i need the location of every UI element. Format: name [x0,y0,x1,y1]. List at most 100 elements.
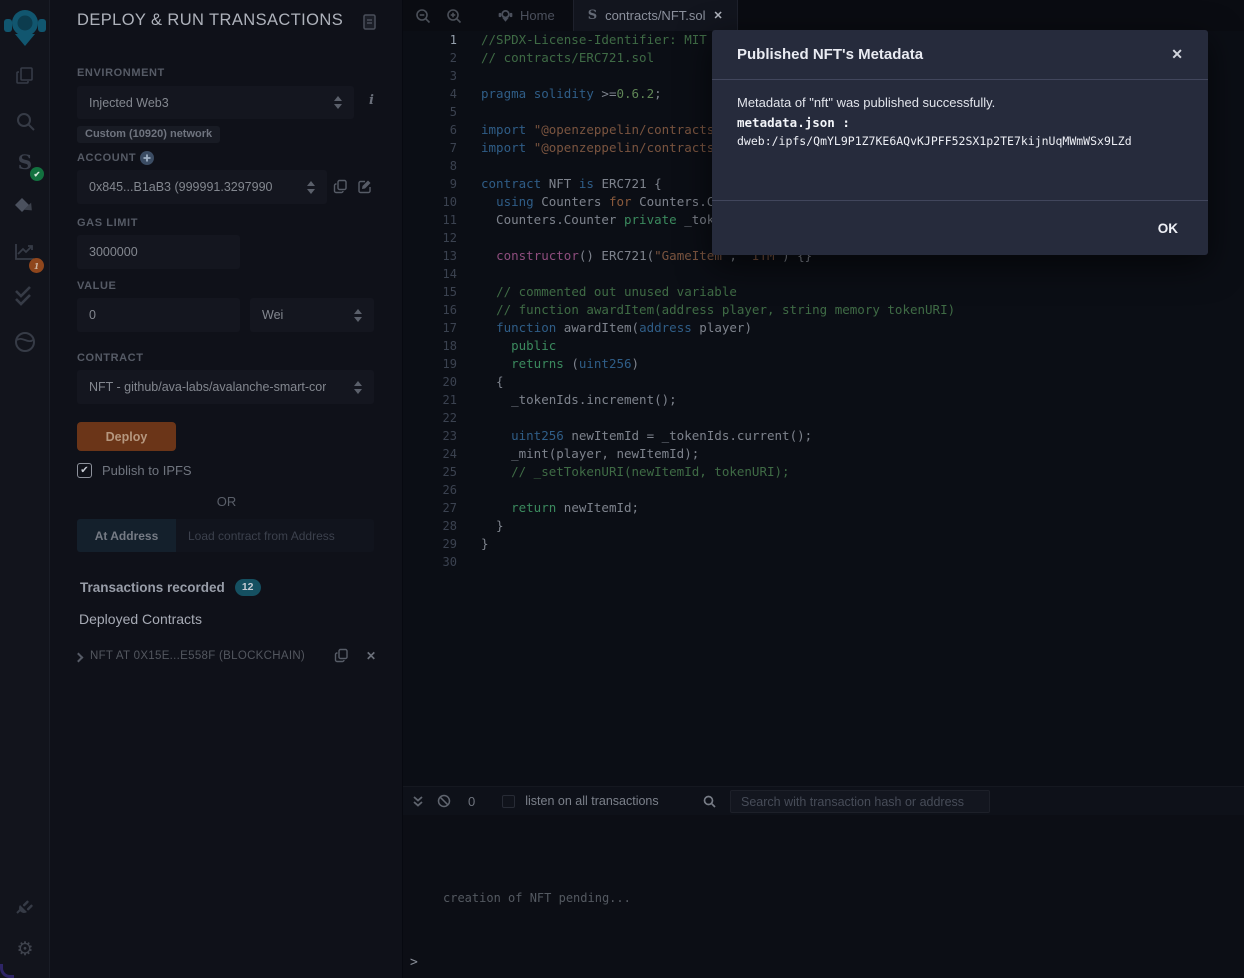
contract-label: CONTRACT [77,352,144,364]
select-stepper-icon [354,309,362,322]
at-address-button[interactable]: At Address [77,519,176,552]
documentation-icon[interactable] [362,14,377,30]
line-number[interactable]: 23 [403,427,470,445]
account-value: 0x845...B1aB3 (999991.3297990 [89,180,273,194]
zoom-out-icon[interactable] [415,8,431,24]
tab-home[interactable]: Home [480,0,573,31]
code-line[interactable]: 26 [403,481,1244,499]
plugin-sphere-icon[interactable] [0,330,50,354]
editor-tabbar: Home S contracts/NFT.sol ✕ [403,0,1244,31]
line-number[interactable]: 13 [403,247,470,265]
line-number[interactable]: 9 [403,175,470,193]
line-number[interactable]: 20 [403,373,470,391]
line-number[interactable]: 12 [403,229,470,247]
code-text: } [470,535,489,553]
code-line[interactable]: 24 _mint(player, newItemId); [403,445,1244,463]
unit-testing-icon[interactable] [0,285,50,307]
line-number[interactable]: 28 [403,517,470,535]
deployed-contract-row[interactable]: NFT AT 0X15E...E558F (BLOCKCHAIN) ✕ [50,646,403,670]
line-number[interactable]: 1 [403,31,470,49]
search-icon[interactable] [0,111,50,132]
plugin-manager-icon[interactable] [0,896,50,918]
remix-logo-icon [0,4,50,50]
code-line[interactable]: 28 } [403,517,1244,535]
line-number[interactable]: 18 [403,337,470,355]
modal-close-icon[interactable]: ✕ [1171,46,1183,63]
transactions-count-badge: 12 [235,579,261,596]
code-line[interactable]: 20 { [403,373,1244,391]
line-number[interactable]: 17 [403,319,470,337]
line-number[interactable]: 6 [403,121,470,139]
code-line[interactable]: 16 // function awardItem(address player,… [403,301,1244,319]
deploy-run-icon[interactable] [0,196,50,220]
at-address-input[interactable]: Load contract from Address [176,519,374,552]
line-number[interactable]: 7 [403,139,470,157]
contract-select[interactable]: NFT - github/ava-labs/avalanche-smart-co… [77,370,374,404]
code-text: //SPDX-License-Identifier: MIT [470,31,707,49]
code-line[interactable]: 18 public [403,337,1244,355]
environment-info-icon[interactable]: i [369,93,374,108]
listen-transactions-checkbox[interactable] [502,795,515,808]
copy-account-icon[interactable] [333,179,348,194]
code-line[interactable]: 22 [403,409,1244,427]
copy-address-icon[interactable] [334,648,349,663]
clear-console-icon[interactable] [437,794,451,808]
remove-contract-icon[interactable]: ✕ [366,649,376,663]
line-number[interactable]: 26 [403,481,470,499]
code-line[interactable]: 14 [403,265,1244,283]
terminal-prompt[interactable]: > [410,955,418,970]
close-tab-icon[interactable]: ✕ [714,9,723,22]
account-select[interactable]: 0x845...B1aB3 (999991.3297990 [77,170,327,204]
code-line[interactable]: 19 returns (uint256) [403,355,1244,373]
line-number[interactable]: 3 [403,67,470,85]
code-line[interactable]: 27 return newItemId; [403,499,1244,517]
value-unit-select[interactable]: Wei [250,298,374,332]
terminal-search-input[interactable]: Search with transaction hash or address [730,790,990,813]
listen-transactions-label: listen on all transactions [525,794,658,808]
ok-button[interactable]: OK [1158,221,1178,236]
line-number[interactable]: 11 [403,211,470,229]
line-number[interactable]: 25 [403,463,470,481]
line-number[interactable]: 15 [403,283,470,301]
line-number[interactable]: 8 [403,157,470,175]
code-text: contract NFT is ERC721 { [470,175,662,193]
line-number[interactable]: 10 [403,193,470,211]
analytics-icon[interactable] [0,240,50,262]
chevron-right-icon[interactable] [74,653,84,663]
file-explorer-icon[interactable] [0,66,50,86]
line-number[interactable]: 14 [403,265,470,283]
line-number[interactable]: 5 [403,103,470,121]
line-number[interactable]: 22 [403,409,470,427]
code-line[interactable]: 17 function awardItem(address player) [403,319,1244,337]
code-text: return newItemId; [470,499,639,517]
code-line[interactable]: 15 // commented out unused variable [403,283,1244,301]
gas-limit-input[interactable]: 3000000 [77,235,240,269]
line-number[interactable]: 24 [403,445,470,463]
code-line[interactable]: 29} [403,535,1244,553]
settings-gear-icon[interactable]: ⚙ [0,938,50,961]
line-number[interactable]: 19 [403,355,470,373]
select-stepper-icon [354,381,362,394]
code-text [470,103,481,121]
line-number[interactable]: 29 [403,535,470,553]
code-line[interactable]: 25 // _setTokenURI(newItemId, tokenURI); [403,463,1244,481]
line-number[interactable]: 4 [403,85,470,103]
value-input[interactable]: 0 [77,298,240,332]
tab-contracts-nft-sol[interactable]: S contracts/NFT.sol ✕ [573,0,738,31]
line-number[interactable]: 16 [403,301,470,319]
expand-terminal-icon[interactable] [412,795,424,808]
environment-select[interactable]: Injected Web3 [77,86,354,119]
code-line[interactable]: 30 [403,553,1244,571]
transactions-recorded-row[interactable]: Transactions recorded 12 [80,579,261,596]
zoom-in-icon[interactable] [446,8,462,24]
code-line[interactable]: 23 uint256 newItemId = _tokenIds.current… [403,427,1244,445]
code-line[interactable]: 21 _tokenIds.increment(); [403,391,1244,409]
line-number[interactable]: 21 [403,391,470,409]
line-number[interactable]: 2 [403,49,470,67]
edit-account-icon[interactable] [357,179,372,194]
line-number[interactable]: 30 [403,553,470,571]
add-account-icon[interactable] [140,151,154,165]
line-number[interactable]: 27 [403,499,470,517]
deploy-button[interactable]: Deploy [77,422,176,451]
publish-ipfs-checkbox[interactable]: ✔ [77,463,92,478]
